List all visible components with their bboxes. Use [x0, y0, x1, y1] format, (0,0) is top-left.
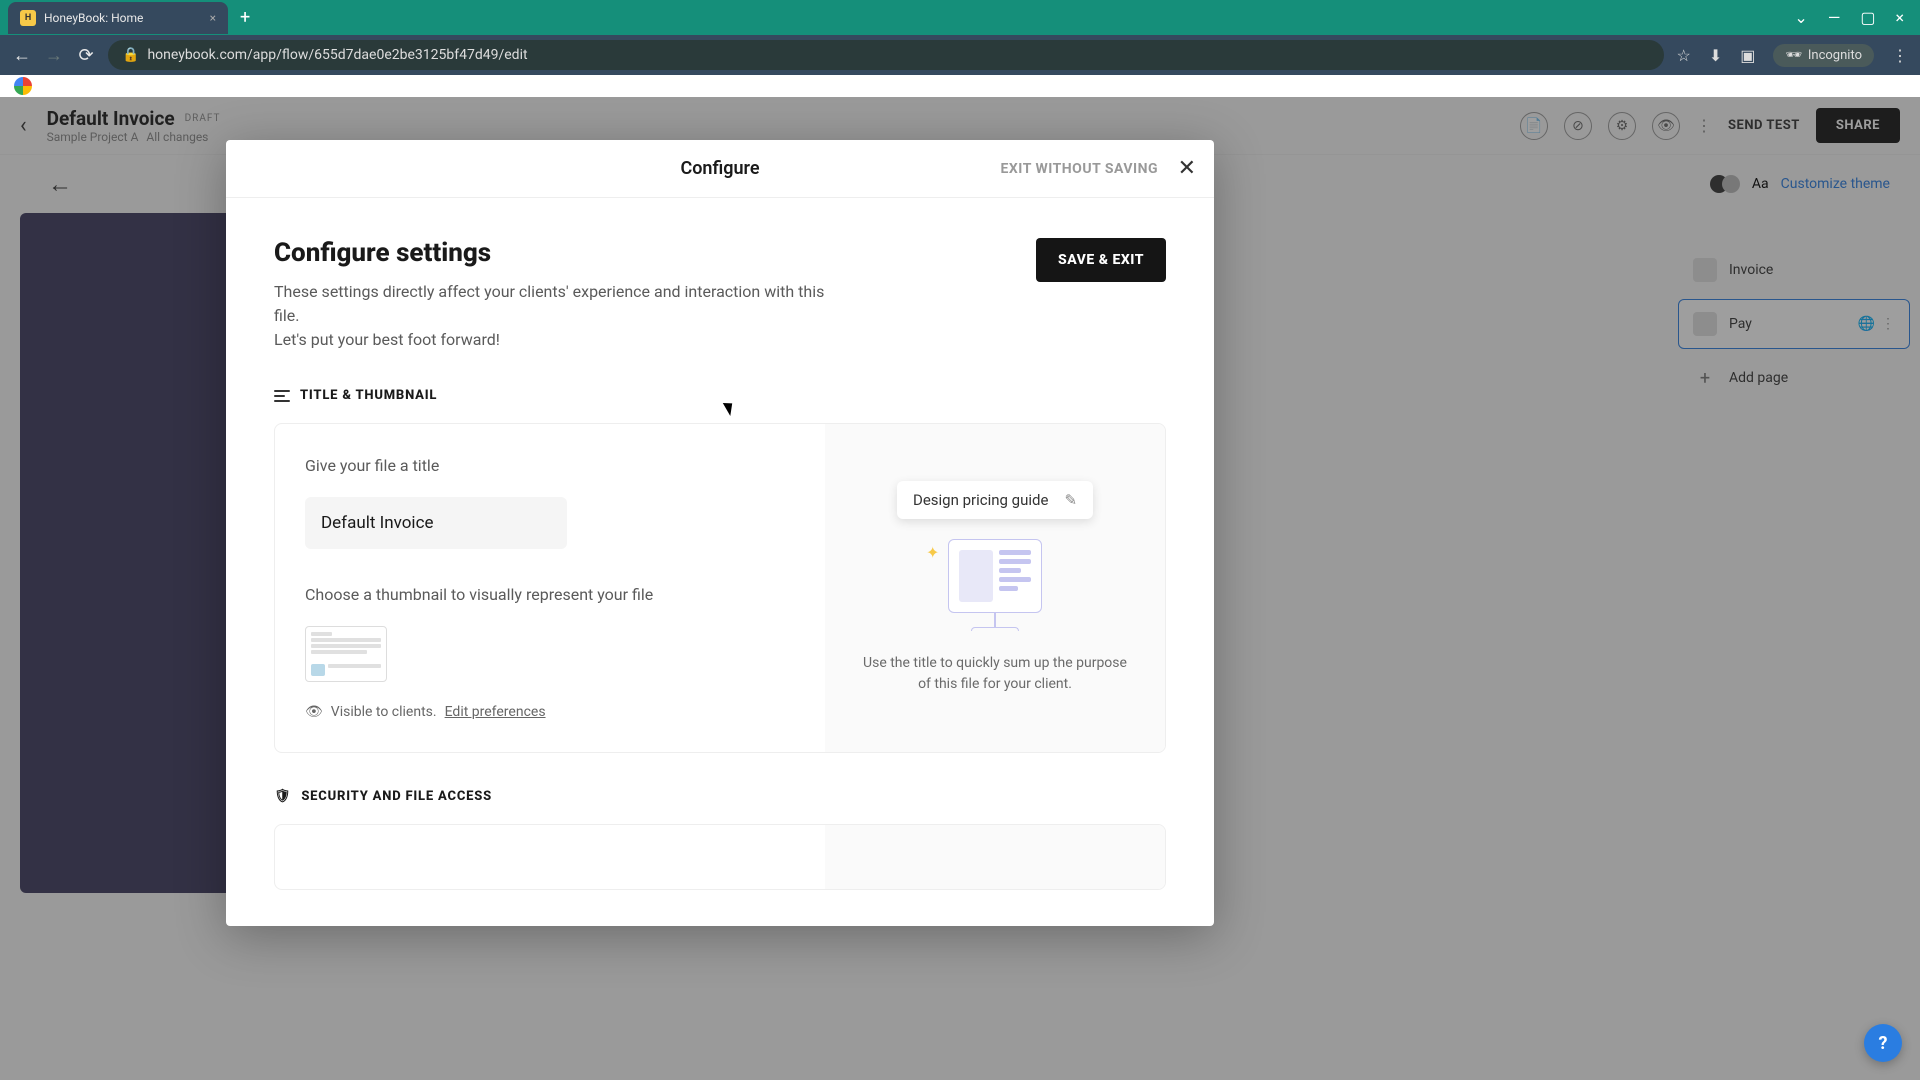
close-window-icon[interactable]: ×	[1895, 8, 1904, 27]
settings-heading: Configure settings	[274, 238, 834, 268]
preview-doc-illustration	[948, 539, 1042, 613]
section-security-label: SECURITY AND FILE ACCESS	[301, 789, 492, 804]
section-title-label: TITLE & THUMBNAIL	[300, 388, 437, 403]
chevron-down-icon[interactable]: ⌄	[1794, 8, 1807, 27]
browser-tab[interactable]: H HoneyBook: Home ×	[8, 2, 228, 34]
save-exit-button[interactable]: SAVE & EXIT	[1036, 238, 1166, 282]
thumbnail-selector[interactable]	[305, 626, 387, 682]
incognito-label: Incognito	[1808, 48, 1862, 63]
help-button[interactable]: ?	[1864, 1024, 1902, 1062]
modal-title: Configure	[680, 158, 759, 179]
edit-preferences-link[interactable]: Edit preferences	[445, 704, 546, 720]
forward-icon: →	[44, 45, 64, 66]
settings-desc-2: Let's put your best foot forward!	[274, 328, 834, 352]
thumbnail-field-label: Choose a thumbnail to visually represent…	[305, 585, 795, 604]
tab-title: HoneyBook: Home	[44, 11, 143, 25]
preview-chip-label: Design pricing guide	[913, 491, 1048, 509]
new-tab-button[interactable]: +	[240, 7, 250, 28]
menu-dots-icon[interactable]: ⋮	[1892, 46, 1908, 65]
download-icon[interactable]: ⬇	[1709, 46, 1722, 65]
incognito-chip[interactable]: 🕶 Incognito	[1773, 44, 1874, 67]
visibility-text: Visible to clients.	[331, 704, 437, 720]
eye-icon: 👁	[305, 704, 323, 720]
settings-desc-1: These settings directly affect your clie…	[274, 280, 834, 328]
google-icon[interactable]	[14, 77, 32, 95]
shield-icon: 🛡	[274, 789, 291, 804]
maximize-icon[interactable]: ▢	[1860, 8, 1875, 27]
list-icon	[274, 390, 290, 402]
close-icon[interactable]: ✕	[1178, 156, 1196, 181]
title-field-label: Give your file a title	[305, 456, 795, 475]
tab-favicon: H	[20, 10, 36, 26]
incognito-icon: 🕶	[1785, 48, 1802, 63]
pencil-icon[interactable]: ✎	[1064, 491, 1077, 509]
preview-title-chip: Design pricing guide ✎	[897, 481, 1093, 519]
preview-hint-text: Use the title to quickly sum up the purp…	[855, 653, 1135, 695]
panel-icon[interactable]: ▣	[1740, 46, 1755, 65]
exit-without-saving-button[interactable]: EXIT WITHOUT SAVING	[1001, 161, 1158, 177]
section-title-thumbnail: TITLE & THUMBNAIL	[274, 388, 1166, 403]
lock-icon: 🔒	[122, 47, 139, 63]
minimize-icon[interactable]: —	[1828, 8, 1841, 27]
file-title-input[interactable]	[305, 497, 567, 549]
security-card	[274, 824, 1166, 890]
url-bar[interactable]: 🔒 honeybook.com/app/flow/655d7dae0e2be31…	[108, 40, 1664, 70]
bookmark-star-icon[interactable]: ☆	[1676, 46, 1690, 65]
help-label: ?	[1879, 1033, 1888, 1054]
title-thumbnail-card: Give your file a title Choose a thumbnai…	[274, 423, 1166, 753]
tab-close-icon[interactable]: ×	[210, 11, 216, 25]
back-icon[interactable]: ←	[12, 45, 32, 66]
url-text: honeybook.com/app/flow/655d7dae0e2be3125…	[147, 47, 527, 63]
configure-modal: Configure EXIT WITHOUT SAVING ✕ Configur…	[226, 140, 1214, 926]
sparkle-icon: ✦	[926, 543, 939, 562]
section-security: 🛡 SECURITY AND FILE ACCESS	[274, 789, 1166, 804]
reload-icon[interactable]: ⟳	[76, 45, 96, 66]
